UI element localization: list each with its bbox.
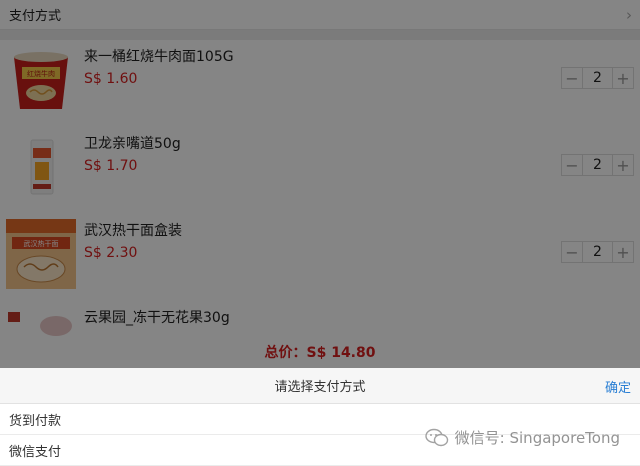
watermark: 微信号: SingaporeTong: [424, 427, 620, 448]
wechat-icon: [424, 428, 448, 446]
confirm-button[interactable]: 确定: [605, 368, 631, 404]
payment-action-sheet: 请选择支付方式 确定 货到付款 微信支付: [0, 368, 640, 466]
sheet-title: 请选择支付方式: [274, 380, 366, 395]
sheet-header: 请选择支付方式 确定: [0, 368, 640, 404]
modal-overlay[interactable]: [0, 0, 640, 368]
watermark-text: 微信号: SingaporeTong: [454, 429, 620, 447]
